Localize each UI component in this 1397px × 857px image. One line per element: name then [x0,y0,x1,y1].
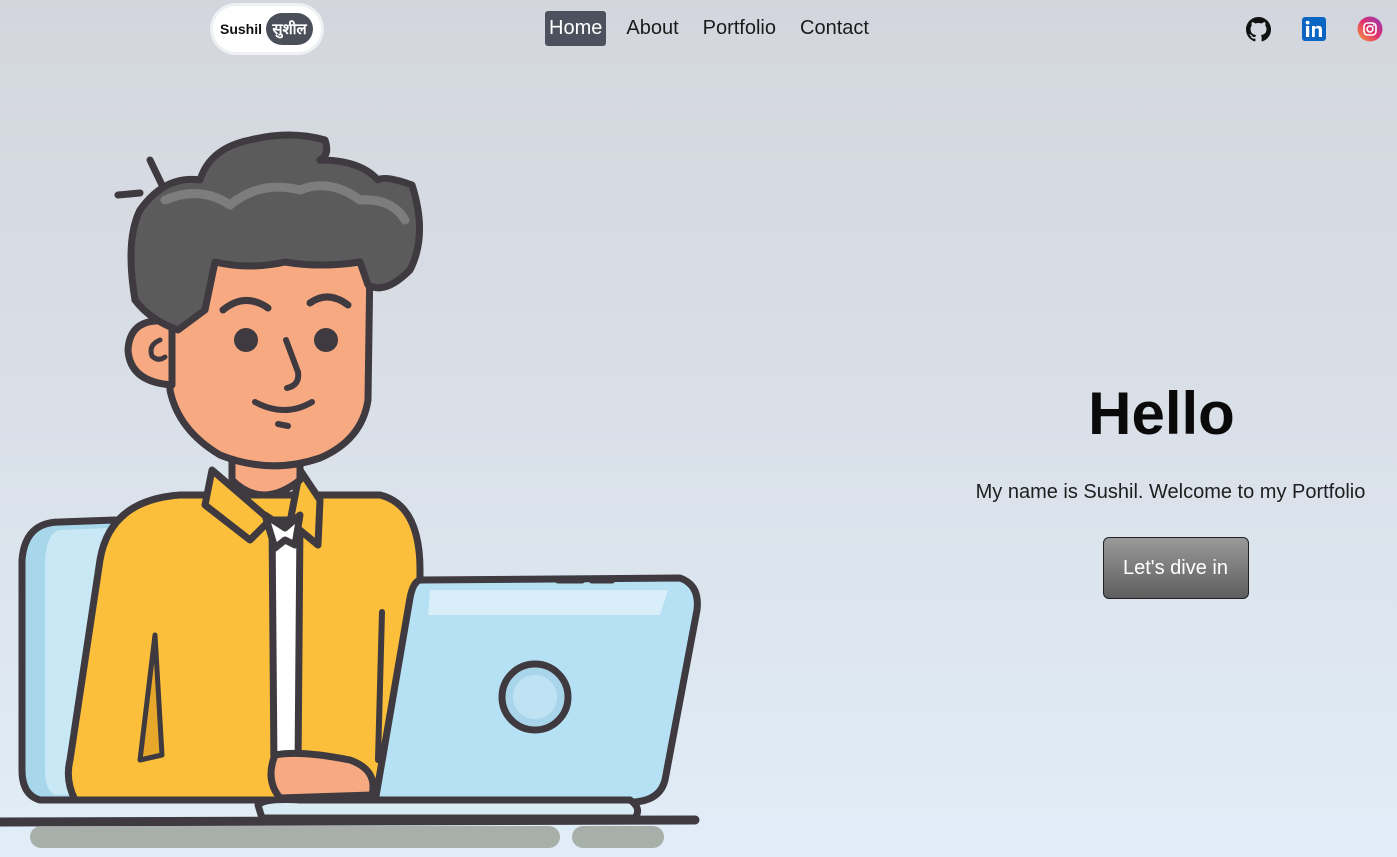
site-logo[interactable]: Sushil सुशील [213,6,321,52]
hero-title: Hello [1088,380,1235,447]
social-links [1215,16,1383,42]
hero-section: Hello My name is Sushil. Welcome to my P… [950,375,1397,599]
github-icon[interactable] [1245,16,1271,42]
nav-contact[interactable]: Contact [796,11,873,46]
main-nav: Home About Portfolio Contact [545,11,889,46]
hero-subtitle: My name is Sushil. Welcome to my Portfol… [975,481,1366,503]
instagram-icon[interactable] [1357,16,1383,42]
logo-text-hindi: सुशील [266,13,314,45]
developer-illustration [0,131,701,848]
nav-portfolio[interactable]: Portfolio [699,11,780,46]
nav-home[interactable]: Home [545,11,607,46]
linkedin-icon[interactable] [1301,16,1327,42]
logo-text-english: Sushil [220,21,263,37]
dive-in-button[interactable]: Let's dive in [1102,537,1249,599]
nav-about[interactable]: About [622,11,682,46]
